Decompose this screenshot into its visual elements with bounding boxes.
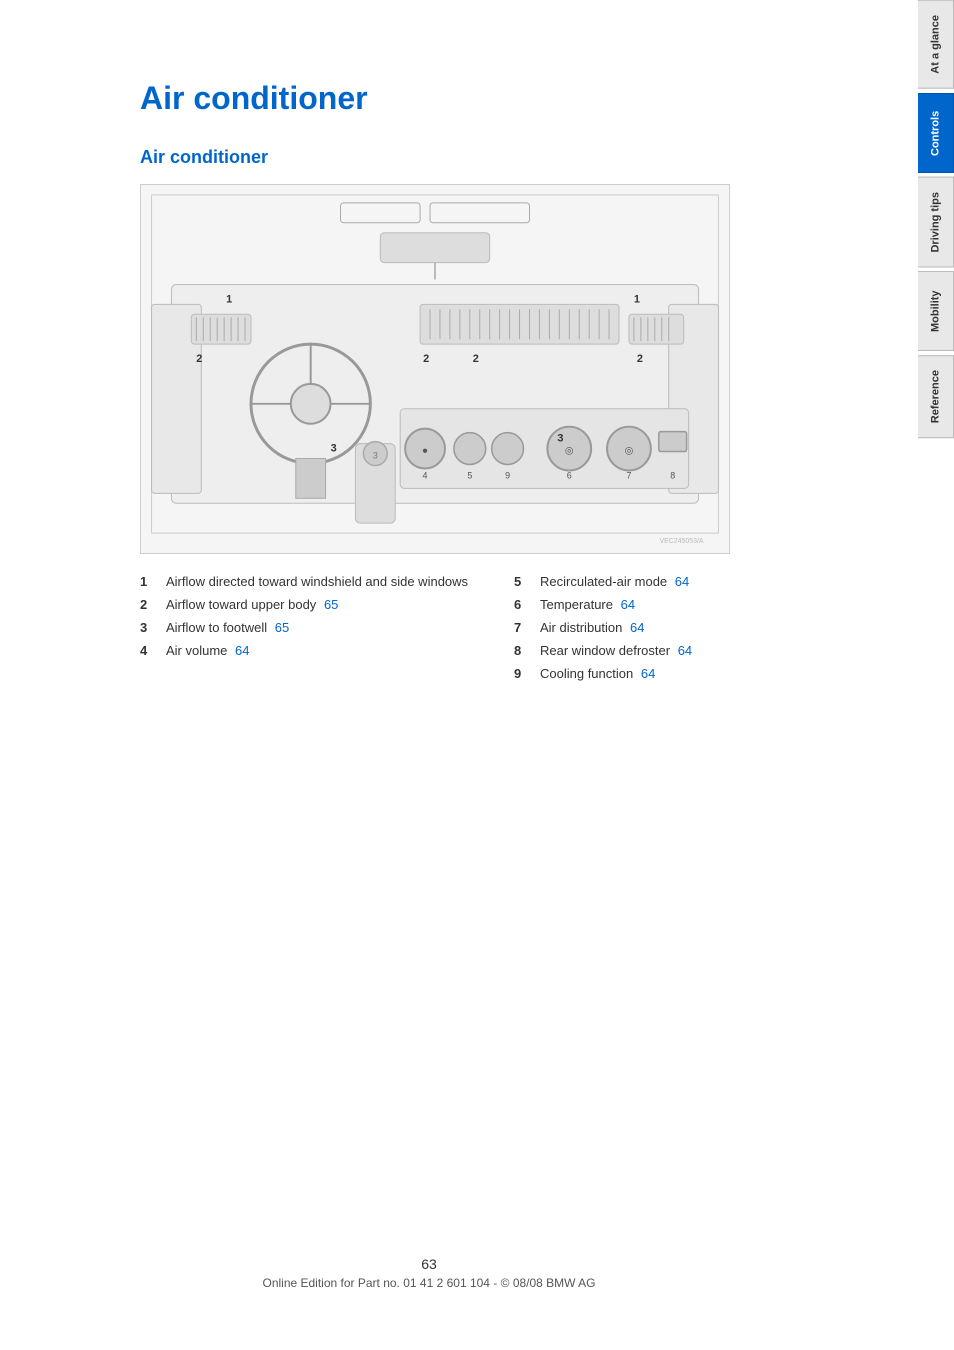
item-number: 3 <box>140 620 160 635</box>
svg-text:1: 1 <box>226 293 232 305</box>
car-diagram: ● 4 5 9 ◎ 6 ◎ 7 8 <box>140 184 730 554</box>
item-number: 2 <box>140 597 160 612</box>
svg-text:2: 2 <box>473 353 479 365</box>
item-number: 7 <box>514 620 534 635</box>
page-title: Air conditioner <box>140 80 858 117</box>
svg-text:9: 9 <box>505 470 510 480</box>
sidebar-tab-reference[interactable]: Reference <box>918 355 954 438</box>
item-number: 1 <box>140 574 160 589</box>
svg-text:5: 5 <box>467 470 472 480</box>
sidebar-tab-driving-tips[interactable]: Driving tips <box>918 177 954 268</box>
item-text: Airflow toward upper body 65 <box>166 597 338 612</box>
item-text: Cooling function 64 <box>540 666 655 681</box>
sidebar-tab-controls[interactable]: Controls <box>918 93 954 173</box>
list-item: 4 Air volume 64 <box>140 643 484 658</box>
main-content: Air conditioner Air conditioner <box>0 0 918 1350</box>
item-text: Airflow directed toward windshield and s… <box>166 574 468 589</box>
item-text: Airflow to footwell 65 <box>166 620 289 635</box>
item-page-ref[interactable]: 65 <box>275 620 289 635</box>
item-number: 4 <box>140 643 160 658</box>
svg-text:1: 1 <box>634 293 640 305</box>
svg-text:●: ● <box>422 446 428 457</box>
list-item: 8 Rear window defroster 64 <box>514 643 858 658</box>
footer-text: Online Edition for Part no. 01 41 2 601 … <box>0 1276 858 1290</box>
svg-text:◎: ◎ <box>625 446 634 457</box>
item-page-ref[interactable]: 64 <box>675 574 689 589</box>
page-footer: 63 Online Edition for Part no. 01 41 2 6… <box>0 1256 858 1290</box>
svg-text:2: 2 <box>196 353 202 365</box>
item-text: Rear window defroster 64 <box>540 643 692 658</box>
item-page-ref[interactable]: 64 <box>678 643 692 658</box>
item-number: 8 <box>514 643 534 658</box>
right-col: 5 Recirculated-air mode 64 6 Temperature 64… <box>514 574 858 689</box>
item-number: 6 <box>514 597 534 612</box>
list-item: 5 Recirculated-air mode 64 <box>514 574 858 589</box>
item-text: Recirculated-air mode 64 <box>540 574 689 589</box>
svg-text:◎: ◎ <box>565 446 574 457</box>
svg-text:3: 3 <box>373 451 378 461</box>
svg-text:7: 7 <box>626 470 631 480</box>
sidebar-tab-at-a-glance[interactable]: At a glance <box>918 0 954 89</box>
list-item: 9 Cooling function 64 <box>514 666 858 681</box>
item-text: Air volume 64 <box>166 643 250 658</box>
sidebar-tab-mobility[interactable]: Mobility <box>918 271 954 351</box>
list-item: 6 Temperature 64 <box>514 597 858 612</box>
item-page-ref[interactable]: 64 <box>621 597 635 612</box>
list-item: 3 Airflow to footwell 65 <box>140 620 484 635</box>
page-number: 63 <box>0 1256 858 1272</box>
item-page-ref[interactable]: 64 <box>641 666 655 681</box>
item-text: Air distribution 64 <box>540 620 644 635</box>
item-page-ref[interactable]: 64 <box>235 643 249 658</box>
left-col: 1 Airflow directed toward windshield and … <box>140 574 484 689</box>
page-container: Air conditioner Air conditioner <box>0 0 954 1350</box>
item-number: 5 <box>514 574 534 589</box>
sidebar-tabs: At a glance Controls Driving tipsMobility R… <box>918 0 954 1350</box>
section-title: Air conditioner <box>140 147 858 168</box>
item-page-ref[interactable]: 65 <box>324 597 338 612</box>
svg-text:2: 2 <box>423 353 429 365</box>
svg-text:3: 3 <box>557 433 563 445</box>
list-item: 7 Air distribution 64 <box>514 620 858 635</box>
svg-text:4: 4 <box>423 470 428 480</box>
item-text: Temperature 64 <box>540 597 635 612</box>
svg-text:3: 3 <box>331 443 337 455</box>
svg-text:8: 8 <box>670 470 675 480</box>
items-list: 1 Airflow directed toward windshield and … <box>140 574 858 689</box>
svg-text:VEC245053/A: VEC245053/A <box>659 538 703 545</box>
item-number: 9 <box>514 666 534 681</box>
svg-text:6: 6 <box>567 470 572 480</box>
svg-text:2: 2 <box>637 353 643 365</box>
list-item: 2 Airflow toward upper body 65 <box>140 597 484 612</box>
item-page-ref[interactable]: 64 <box>630 620 644 635</box>
list-item: 1 Airflow directed toward windshield and … <box>140 574 484 589</box>
